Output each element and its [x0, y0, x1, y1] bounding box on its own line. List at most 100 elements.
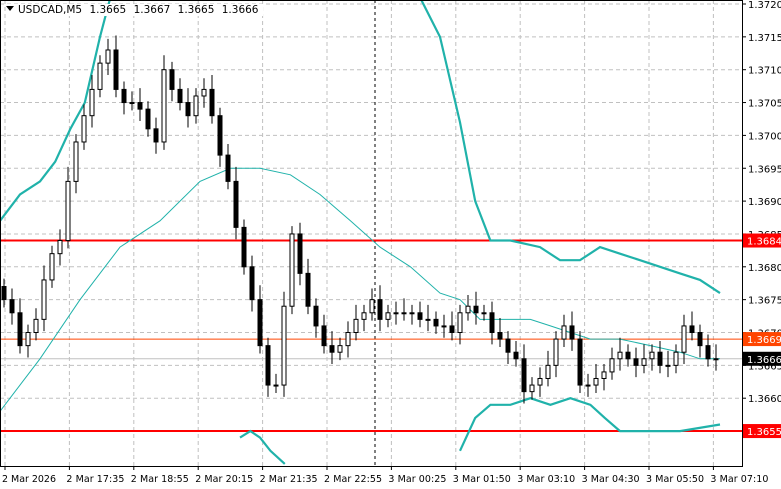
- candle: [161, 55, 167, 150]
- price-chart[interactable]: 1.3720 1.3715 1.3710 1.3705 1.3700 1.3695 1.36…: [0, 0, 781, 489]
- price-tick-label: 1.3660: [748, 394, 781, 405]
- candle-body-bear: [521, 358, 527, 393]
- level-price-tag: 1.3669: [747, 335, 781, 346]
- candle-body-bull: [105, 49, 111, 64]
- candle-body-bear: [577, 338, 583, 386]
- candle-body-bear: [17, 312, 23, 347]
- price-tick-label: 1.3705: [748, 99, 781, 110]
- candle: [529, 377, 535, 400]
- candle-body-bear: [417, 312, 423, 320]
- candle: [569, 311, 575, 351]
- candle-body-bear: [657, 351, 663, 366]
- candle-body-bear: [305, 272, 311, 307]
- candle: [57, 229, 63, 266]
- candle-body-bull: [537, 377, 543, 386]
- candle-body-bear: [145, 108, 151, 130]
- candle-body-bear: [689, 325, 695, 333]
- candle: [593, 364, 599, 393]
- price-tick-label: 1.3720: [748, 0, 781, 11]
- candle: [73, 134, 79, 194]
- candle-body-bear: [633, 358, 639, 366]
- candle: [465, 295, 471, 321]
- candle-body-bull: [273, 384, 279, 387]
- candle: [481, 304, 487, 321]
- candle-body-bull: [481, 312, 487, 315]
- candle: [185, 88, 191, 128]
- price-tick-label: 1.3715: [748, 33, 781, 44]
- candle-body-bear: [217, 115, 223, 156]
- candle: [545, 350, 551, 387]
- time-tick-label: 2 Mar 22:55: [324, 474, 382, 485]
- candle: [681, 314, 687, 365]
- candle: [169, 61, 175, 102]
- candle: [425, 304, 431, 332]
- candle-body-bull: [41, 279, 47, 320]
- candle-body-bull: [545, 364, 551, 379]
- candle: [113, 35, 119, 98]
- dropdown-triangle-icon[interactable]: [6, 6, 14, 11]
- candle-body-bear: [321, 325, 327, 347]
- level-price-tag: 1.3655: [747, 427, 781, 438]
- candle: [233, 166, 239, 240]
- candle-body-bull: [345, 332, 351, 347]
- candle-body-bull: [665, 364, 671, 367]
- candle: [313, 298, 319, 338]
- candle: [193, 88, 199, 124]
- candle: [9, 288, 15, 325]
- candle-body-bull: [681, 325, 687, 353]
- candle: [513, 341, 519, 367]
- candle-body-bull: [369, 299, 375, 314]
- candle: [457, 304, 463, 345]
- candle: [281, 291, 287, 397]
- candle: [673, 344, 679, 374]
- time-tick-label: 3 Mar 00:25: [388, 474, 446, 485]
- candle-body-bull: [529, 384, 535, 393]
- candle: [697, 324, 703, 358]
- symbol-label: USDCAD,M5: [18, 4, 83, 16]
- candle-body-bear: [209, 88, 215, 117]
- candle-body-bear: [313, 305, 319, 327]
- candle-body-bear: [9, 299, 15, 314]
- candle-body-bull: [25, 332, 31, 347]
- candle-body-bear: [625, 351, 631, 360]
- candle-body-bull: [465, 305, 471, 314]
- candle: [25, 324, 31, 358]
- candle-body-bull: [601, 371, 607, 379]
- candle-body-bear: [377, 299, 383, 320]
- candle-body-bear: [489, 312, 495, 334]
- ohlc-high: 1.3667: [133, 4, 171, 16]
- time-tick-label: 3 Mar 04:30: [582, 474, 640, 485]
- candle-body-bull: [57, 240, 63, 255]
- candle: [401, 298, 407, 321]
- candle-body-bear: [257, 299, 263, 347]
- candle-body-bull: [385, 312, 391, 320]
- candle-body-bear: [241, 226, 247, 268]
- candle-body-bear: [177, 88, 183, 104]
- candle-body-bear: [513, 351, 519, 360]
- candle-body-bull: [401, 312, 407, 315]
- candle: [665, 350, 671, 378]
- candle-body-bull: [553, 338, 559, 366]
- ohlc-open: 1.3665: [89, 4, 127, 16]
- price-tick-label: 1.3710: [748, 66, 781, 77]
- candle: [89, 74, 95, 128]
- ohlc-close: 1.3666: [221, 4, 259, 16]
- candle: [217, 107, 223, 167]
- candle-body-bull: [441, 325, 447, 328]
- candle: [49, 245, 55, 288]
- candle: [601, 364, 607, 391]
- candle-body-bull: [201, 88, 207, 97]
- candle: [393, 301, 399, 325]
- candle: [577, 331, 583, 393]
- candle-body-bear: [1, 286, 7, 301]
- candle-body-bear: [121, 88, 127, 104]
- candle-body-bull: [337, 345, 343, 353]
- candle: [561, 314, 567, 347]
- candle-body-bull: [289, 233, 295, 307]
- candle-body-bull: [713, 358, 719, 361]
- chart-header: USDCAD,M5 1.3665 1.3667 1.3665 1.3666: [6, 4, 263, 16]
- candle-body-bull: [65, 180, 71, 242]
- candle: [649, 344, 655, 371]
- candle-body-bull: [609, 358, 615, 373]
- time-tick-label: 3 Mar 07:10: [710, 474, 768, 485]
